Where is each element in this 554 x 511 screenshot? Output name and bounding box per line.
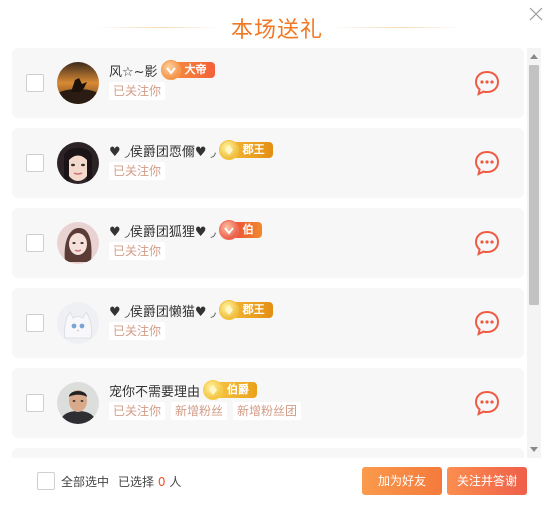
list-item: ♥ ◞侯爵团狐狸♥ ◞ 伯 已关注你	[12, 208, 524, 278]
tag-list: 已关注你	[109, 242, 166, 260]
follow-tag: 已关注你	[109, 162, 166, 180]
level-badge: 大帝	[160, 60, 215, 80]
avatar[interactable]	[57, 62, 99, 104]
level-badge: 郡王	[218, 140, 273, 160]
tag-list: 已关注你 新增粉丝 新增粉丝团	[109, 402, 302, 420]
add-friend-button[interactable]: 加为好友	[362, 467, 442, 495]
row-checkbox[interactable]	[26, 234, 44, 252]
avatar[interactable]	[57, 382, 99, 424]
avatar[interactable]	[57, 302, 99, 344]
chat-bubble-icon[interactable]	[473, 149, 501, 177]
chat-bubble-icon[interactable]	[473, 229, 501, 257]
new-fan-club-tag: 新增粉丝团	[233, 402, 302, 420]
follow-tag: 已关注你	[109, 402, 166, 420]
selected-prefix: 已选择	[118, 475, 155, 489]
scrollbar-thumb[interactable]	[529, 65, 539, 305]
chat-bubble-icon[interactable]	[473, 309, 501, 337]
selected-count: 0	[157, 475, 166, 489]
row-checkbox[interactable]	[26, 154, 44, 172]
close-icon[interactable]	[528, 6, 544, 22]
tag-list: 已关注你	[109, 82, 166, 100]
user-name[interactable]: ♥ ◞侯爵团狐狸♥ ◞	[109, 221, 216, 240]
list-item: ♥ ◞侯爵团懒猫♥ ◞ 郡王 已关注你	[12, 288, 524, 358]
gem-icon	[218, 300, 239, 320]
dialog-footer: 全部选中 已选择 0 人 加为好友 关注并答谢	[0, 458, 554, 511]
select-all-label[interactable]: 全部选中	[61, 473, 109, 490]
name-line: 宠你不需要理由 伯爵	[109, 380, 258, 400]
tag-list: 已关注你	[109, 322, 166, 340]
level-badge: 伯爵	[203, 380, 258, 400]
avatar[interactable]	[57, 222, 99, 264]
gem-icon	[203, 380, 224, 400]
user-name[interactable]: 宠你不需要理由	[109, 381, 200, 400]
name-line: 风☆~影 大帝	[109, 60, 215, 80]
title-divider-right	[332, 27, 464, 28]
list-item: 风☆~影 大帝 已关注你	[12, 48, 524, 118]
chat-bubble-icon[interactable]	[473, 389, 501, 417]
row-checkbox[interactable]	[26, 394, 44, 412]
heart-icon	[218, 220, 239, 240]
row-checkbox[interactable]	[26, 74, 44, 92]
chat-bubble-icon[interactable]	[473, 69, 501, 97]
row-checkbox[interactable]	[26, 314, 44, 332]
dialog-header: 本场送礼	[0, 0, 554, 48]
list-item: 宠你不需要理由 伯爵 已关注你 新增粉丝 新增粉丝团	[12, 368, 524, 438]
name-line: ♥ ◞侯爵团懒猫♥ ◞ 郡王	[109, 300, 273, 320]
follow-tag: 已关注你	[109, 82, 166, 100]
list-scrollbar[interactable]	[527, 48, 541, 458]
level-badge: 郡王	[218, 300, 273, 320]
select-all-checkbox[interactable]	[37, 472, 55, 490]
list-item	[12, 448, 524, 458]
name-line: ♥ ◞侯爵团恧儞♥ ◞ 郡王	[109, 140, 273, 160]
selected-count-text: 已选择 0 人	[118, 473, 181, 490]
follow-and-thank-button[interactable]: 关注并答谢	[447, 467, 527, 495]
avatar[interactable]	[57, 142, 99, 184]
user-name[interactable]: ♥ ◞侯爵团恧儞♥ ◞	[109, 141, 216, 160]
user-name[interactable]: 风☆~影	[109, 61, 158, 80]
triangle-down-icon[interactable]	[527, 444, 541, 456]
selected-suffix: 人	[169, 475, 182, 489]
level-badge: 伯	[218, 220, 262, 240]
follow-tag: 已关注你	[109, 242, 166, 260]
user-name[interactable]: ♥ ◞侯爵团懒猫♥ ◞	[109, 301, 216, 320]
list-item: ♥ ◞侯爵团恧儞♥ ◞ 郡王 已关注你	[12, 128, 524, 198]
follow-tag: 已关注你	[109, 322, 166, 340]
gem-icon	[218, 140, 239, 160]
name-line: ♥ ◞侯爵团狐狸♥ ◞ 伯	[109, 220, 262, 240]
new-fan-tag: 新增粉丝	[171, 402, 228, 420]
triangle-up-icon[interactable]	[527, 50, 541, 62]
gifter-list: 风☆~影 大帝 已关注你 ♥ ◞侯爵团恧儞♥ ◞ 郡王 已关注你 ♥ ◞侯爵团狐…	[0, 48, 528, 458]
dialog-title: 本场送礼	[230, 18, 323, 43]
heart-icon	[160, 60, 181, 80]
tag-list: 已关注你	[109, 162, 166, 180]
